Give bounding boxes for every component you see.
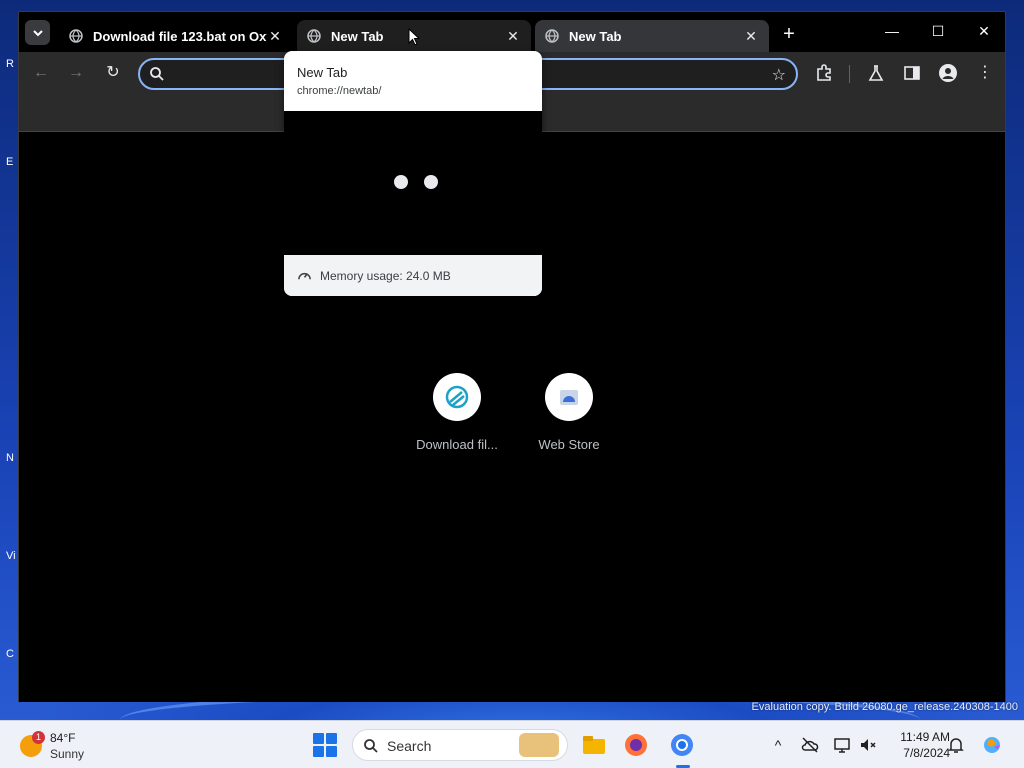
desktop-icons-edge: R E N Vi C [0,0,18,720]
maximize-button[interactable]: ☐ [915,16,961,46]
web-store-icon [560,390,578,405]
notification-bell-icon[interactable] [946,735,966,755]
clock-time: 11:49 AM [900,730,950,744]
close-icon[interactable]: ✕ [743,28,759,44]
profile-avatar-icon[interactable] [938,63,958,83]
taskbar-search[interactable]: Search [352,729,568,761]
hovercard-url: chrome://newtab/ [297,85,382,97]
new-tab-button[interactable]: + [777,22,801,46]
weather-badge: 1 [32,731,45,744]
desktop-icon-label[interactable]: N [6,452,14,464]
windows-logo-pane [326,733,337,744]
oxy-icon [445,385,469,409]
globe-icon [69,29,83,43]
firefox-icon[interactable] [622,731,650,759]
chrome-taskbar-button[interactable] [668,731,696,768]
chrome-icon [671,734,693,756]
evaluation-watermark: Evaluation copy. Build 26080.ge_release.… [751,701,1018,713]
side-panel-icon[interactable] [902,63,922,83]
start-button[interactable] [313,733,337,757]
copilot-icon[interactable] [980,733,1004,757]
globe-icon [545,29,559,43]
globe-icon [307,29,321,43]
hovercard-preview [284,111,542,255]
mouse-cursor-icon [408,28,420,46]
back-button[interactable]: ← [29,61,53,85]
tab-title: New Tab [569,28,622,44]
preview-shortcut-dot [424,175,438,189]
reload-button[interactable]: ↻ [101,61,125,85]
tab-hover-card: New Tab chrome://newtab/ Memory usage: 2… [284,51,542,296]
file-explorer-icon[interactable] [580,731,608,759]
search-icon [150,67,164,81]
preview-shortcut-dot [394,175,408,189]
shortcut-label: Web Store [538,437,600,452]
shortcut-tile [433,373,481,421]
chevron-down-icon [32,29,43,36]
windows-logo-pane [326,746,337,757]
labs-flask-icon[interactable] [866,63,886,83]
desktop-icon-label[interactable]: C [6,648,14,660]
chevron-up-icon[interactable]: ^ [768,735,788,755]
star-icon[interactable]: ☆ [772,65,786,85]
memory-gauge-icon [298,272,311,280]
system-clock[interactable]: 11:49 AM 7/8/2024 [880,729,950,761]
shortcut-web-store[interactable]: Web Store [519,373,619,452]
windows-logo-pane [313,746,324,757]
tab-new-tab[interactable]: New Tab ✕ [535,20,769,52]
weather-widget[interactable]: 1 84°F Sunny [20,729,140,763]
close-icon[interactable]: ✕ [505,28,521,44]
desktop-icon-label[interactable]: E [6,156,13,168]
shortcut-label: Download fil... [416,437,498,452]
desktop-icon-label[interactable]: R [6,58,14,70]
windows-logo-pane [313,733,324,744]
hovercard-footer: Memory usage: 24.0 MB [284,255,542,296]
search-highlight-image [519,733,559,757]
weather-temperature: 84°F [50,731,76,745]
volume-muted-icon[interactable] [858,735,878,755]
tab-strip: Download file 123.bat on Oxy.C ✕ New Tab… [19,12,1005,52]
memory-usage: Memory usage: 24.0 MB [320,269,451,283]
extensions-icon[interactable] [814,63,834,83]
desktop-icon-label[interactable]: Vi [6,550,16,562]
forward-button[interactable]: → [64,61,88,85]
taskbar-search-label: Search [387,738,432,754]
search-icon [364,739,378,753]
clock-date: 7/8/2024 [903,746,950,760]
hovercard-title: New Tab [297,65,348,80]
cloud-off-icon[interactable] [800,735,820,755]
shortcut-tile [545,373,593,421]
close-window-button[interactable]: ✕ [961,16,1007,46]
tab-download-file[interactable]: Download file 123.bat on Oxy.C ✕ [59,20,293,52]
tab-title: Download file 123.bat on Oxy.C [93,28,267,44]
close-icon[interactable]: ✕ [267,28,283,44]
tab-search-button[interactable] [25,20,50,45]
menu-kebab-icon[interactable]: ⋮ [973,61,997,85]
taskbar: 1 84°F Sunny Search ^ 11:49 AM 7/8/2024 [0,720,1024,768]
network-icon[interactable] [832,735,852,755]
shortcut-download-file[interactable]: Download fil... [407,373,507,452]
toolbar-divider [849,65,850,83]
weather-condition: Sunny [50,747,85,761]
minimize-button[interactable]: — [869,16,915,46]
